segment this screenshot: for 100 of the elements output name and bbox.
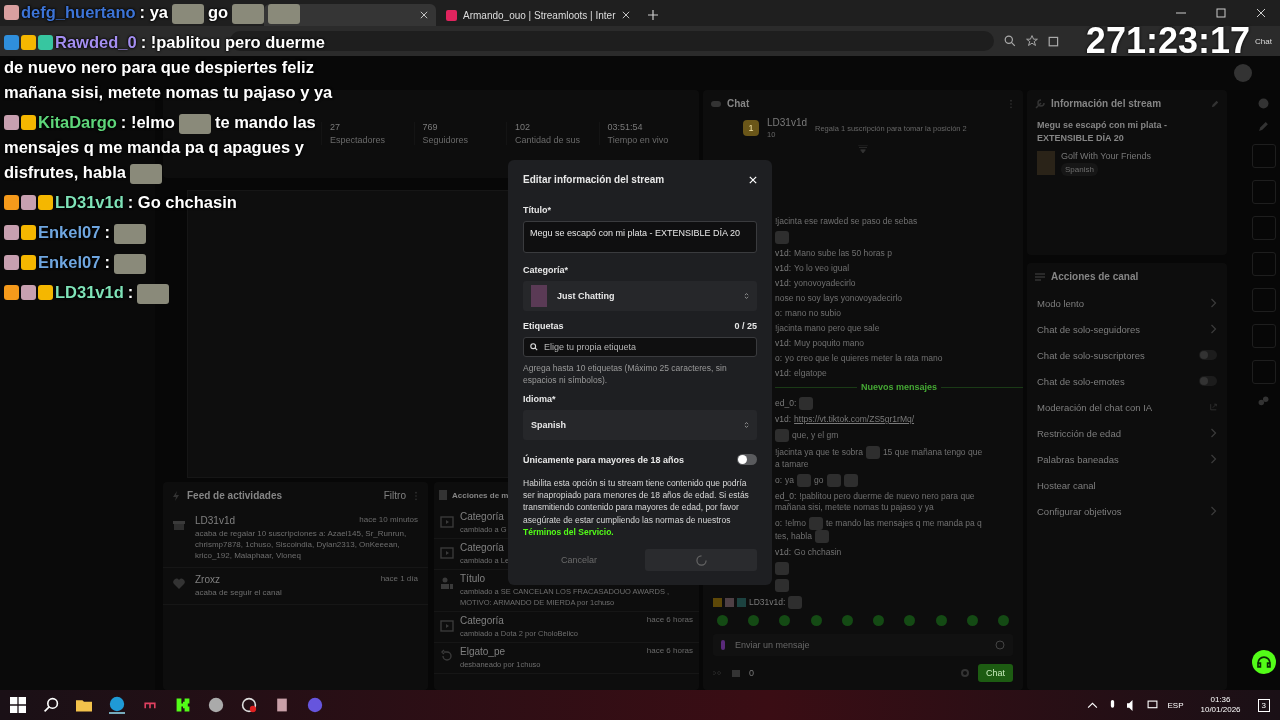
channel-action[interactable]: Chat de solo-seguidores	[1027, 316, 1227, 342]
users-icon[interactable]	[1258, 396, 1269, 407]
overlay-username: KitaDargo	[38, 113, 117, 131]
browser-icon[interactable]	[109, 696, 125, 714]
input-language[interactable]: ESP	[1167, 700, 1184, 710]
more-icon[interactable]	[412, 490, 420, 501]
zoom-icon[interactable]	[1004, 35, 1017, 47]
chat-username[interactable]: v1d:	[775, 248, 792, 258]
more-icon[interactable]	[1007, 98, 1015, 109]
close-icon[interactable]	[1256, 8, 1266, 18]
notification-count[interactable]: 3	[1257, 698, 1270, 712]
badge-icon	[21, 225, 36, 240]
channel-action[interactable]: Moderación del chat con IA	[1027, 394, 1227, 420]
chevron-icon	[1210, 298, 1217, 308]
emote-icon[interactable]	[841, 615, 853, 626]
extension-icon[interactable]	[1048, 35, 1061, 47]
document-icon	[438, 490, 448, 500]
chat-username[interactable]: v1d:	[775, 278, 792, 288]
settings-icon[interactable]	[960, 668, 970, 678]
channel-action[interactable]: Hostear canal	[1027, 472, 1227, 498]
channel-action[interactable]: Modo lento	[1027, 290, 1227, 316]
overlay-message-text: :	[127, 283, 134, 301]
toggle-switch[interactable]	[1199, 376, 1217, 386]
emote-icon[interactable]	[810, 615, 822, 626]
channel-action[interactable]: Palabras baneadas	[1027, 446, 1227, 472]
title-field[interactable]: Megu se escapó con mi plata - EXTENSIBLE DÍA 20	[523, 221, 757, 253]
mature-content-toggle[interactable]	[737, 454, 757, 465]
close-tab-icon[interactable]	[621, 11, 630, 19]
chat-username[interactable]: v1d:	[775, 414, 792, 424]
emote-icon[interactable]	[748, 615, 760, 626]
chat-send-button[interactable]: Chat	[978, 664, 1013, 682]
chat-link[interactable]: https://vt.tiktok.com/ZS5gr1rMq/	[794, 414, 915, 424]
gauge-icon[interactable]	[241, 697, 257, 713]
emote-icon[interactable]	[935, 615, 947, 626]
clock-time[interactable]: 01:36	[1210, 695, 1231, 705]
channel-action[interactable]: Restricción de edad	[1027, 420, 1227, 446]
edit-icon[interactable]	[1258, 121, 1269, 132]
emoji-icon[interactable]	[995, 640, 1005, 650]
chat-username[interactable]: o:	[775, 517, 783, 528]
emote-icon[interactable]	[966, 615, 978, 626]
chat-username[interactable]: v1d:	[775, 368, 792, 378]
chat-username[interactable]: ed_0:	[775, 397, 797, 408]
badge-icon	[4, 225, 19, 240]
clock-date[interactable]: 10/01/2026	[1200, 705, 1241, 715]
chevron-icon	[1210, 428, 1217, 438]
cancel-button[interactable]: Cancelar	[523, 549, 635, 571]
search-icon[interactable]	[43, 697, 59, 713]
maximize-icon[interactable]	[1216, 8, 1226, 18]
close-tab-icon[interactable]	[420, 11, 428, 19]
chat-username[interactable]: o:	[775, 353, 783, 363]
chat-message-text: nose no soy lays yonovoyadecirlo	[775, 293, 903, 303]
emote-icon[interactable]	[717, 615, 728, 626]
filter-button[interactable]: Filtro	[383, 490, 406, 501]
undo-icon	[440, 649, 454, 663]
chat-username[interactable]: ed_0:	[775, 491, 797, 501]
overlay-message-text: : !elmo	[120, 113, 175, 131]
badge-icon	[21, 285, 36, 300]
emote-icon[interactable]	[779, 615, 791, 626]
emote-icon[interactable]	[997, 615, 1009, 626]
network-icon[interactable]	[1147, 699, 1159, 711]
lightning-icon	[171, 490, 181, 501]
browser-tab[interactable]: Armando_ouo | Streamloots | Inter	[438, 4, 638, 26]
users-icon	[440, 576, 454, 590]
save-button[interactable]	[645, 549, 757, 571]
chat-username[interactable]: LD31v1d:	[749, 596, 786, 607]
chat-username[interactable]: v1d:	[775, 547, 792, 557]
extension-label[interactable]: Chat	[1255, 36, 1272, 46]
app-icon[interactable]	[307, 697, 323, 713]
emote-icon[interactable]	[873, 615, 885, 626]
mature-content-label: Únicamente para mayores de 18 años	[523, 454, 685, 465]
channel-action[interactable]: Chat de solo-suscriptores	[1027, 342, 1227, 368]
language-select[interactable]: Spanish	[523, 410, 757, 440]
tags-search-field[interactable]: Elige tu propia etiqueta	[523, 337, 757, 357]
chat-input[interactable]: Enviar un mensaje	[713, 634, 1013, 656]
category-select[interactable]: Just Chatting	[523, 281, 757, 311]
edit-icon[interactable]	[1211, 98, 1219, 109]
caret-icon[interactable]	[1087, 699, 1099, 711]
chat-username[interactable]: v1d:	[775, 338, 792, 348]
badge-icon	[38, 35, 53, 50]
new-tab-icon[interactable]	[647, 10, 658, 20]
avatar-icon[interactable]	[1234, 64, 1252, 82]
headset-icon[interactable]	[1251, 650, 1276, 674]
language-tag: Spanish	[1061, 163, 1098, 176]
kick-icon[interactable]	[175, 697, 191, 713]
channel-action[interactable]: Configurar objetivos	[1027, 498, 1227, 524]
chat-username[interactable]: o:	[775, 308, 783, 318]
app-icon[interactable]	[208, 697, 224, 713]
app-icon[interactable]	[274, 697, 290, 713]
channel-action[interactable]: Chat de solo-emotes	[1027, 368, 1227, 394]
chat-username[interactable]: o:	[775, 474, 783, 485]
folder-icon[interactable]	[76, 697, 92, 713]
overlay-message-text: mañana sisi, metete nomas tu pajaso y ya	[4, 83, 333, 101]
terms-link[interactable]: Términos del Servicio.	[523, 526, 614, 537]
windows-start-icon[interactable]	[10, 697, 26, 713]
chat-username[interactable]: v1d:	[775, 263, 792, 273]
scroll-down-icon[interactable]	[858, 145, 868, 153]
emote-icon[interactable]	[904, 615, 916, 626]
emote-image	[797, 474, 812, 487]
toggle-switch[interactable]	[1199, 350, 1217, 360]
star-icon[interactable]	[1026, 35, 1039, 47]
